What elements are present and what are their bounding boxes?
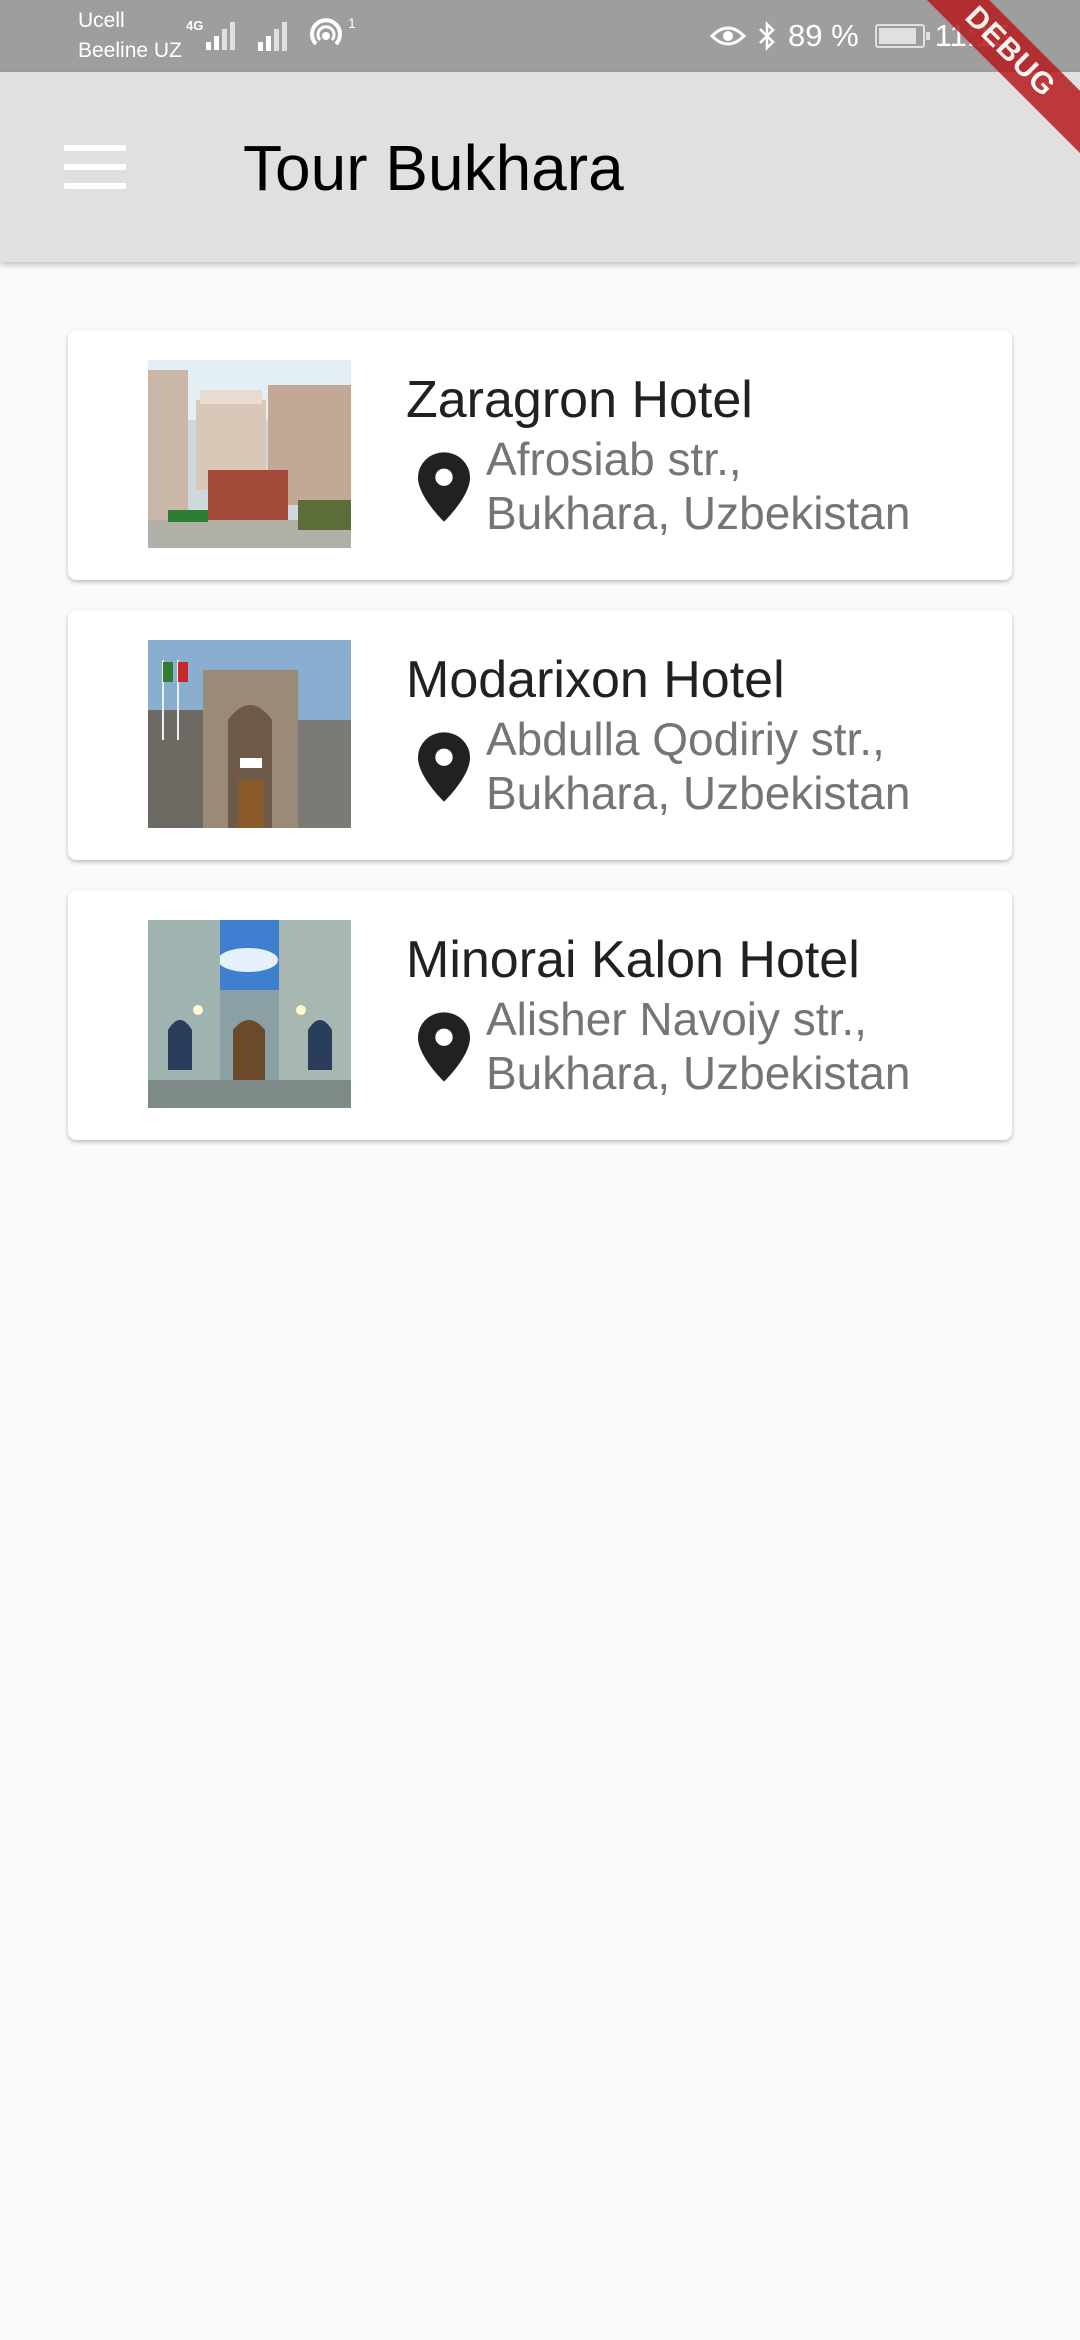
app-bar: Tour Bukhara xyxy=(0,72,1080,262)
hotel-list: Zaragron Hotel Afrosiab str., Bukhara, U… xyxy=(68,330,1012,1170)
location-pin-icon xyxy=(418,1012,470,1082)
hotel-address: Alisher Navoiy str., Bukhara, Uzbekistan xyxy=(486,992,910,1100)
hotel-address-line: Abdulla Qodiriy str., xyxy=(486,713,885,765)
battery-percent: 89 % xyxy=(788,18,859,53)
hotel-image xyxy=(148,920,351,1108)
hotel-address-line: Bukhara, Uzbekistan xyxy=(486,487,911,539)
signal-icon xyxy=(258,22,287,51)
hotel-card[interactable]: Minorai Kalon Hotel Alisher Navoiy str.,… xyxy=(68,890,1012,1140)
hotel-address-line: Afrosiab str., xyxy=(486,433,742,485)
signal-icons: 4G 1 xyxy=(186,16,364,52)
hotel-address: Abdulla Qodiriy str., Bukhara, Uzbekista… xyxy=(486,712,910,820)
hotel-image xyxy=(148,360,351,548)
hotel-name: Modarixon Hotel xyxy=(406,651,785,709)
hotel-address-line: Alisher Navoiy str., xyxy=(486,993,867,1045)
hotel-card[interactable]: Zaragron Hotel Afrosiab str., Bukhara, U… xyxy=(68,330,1012,580)
hotel-name: Zaragron Hotel xyxy=(406,371,753,429)
hotel-name: Minorai Kalon Hotel xyxy=(406,931,860,989)
carrier-2-label: Beeline UZ xyxy=(78,39,182,62)
eye-icon xyxy=(710,26,747,46)
status-bar: Ucell Beeline UZ 4G 1 89 % xyxy=(0,0,1080,72)
carrier-1-label: Ucell xyxy=(78,9,125,32)
page-title: Tour Bukhara xyxy=(243,132,624,204)
network-type-label: 4G xyxy=(186,18,203,33)
menu-icon xyxy=(64,145,126,189)
battery-icon xyxy=(874,24,930,48)
battery-fill xyxy=(878,28,916,44)
hotel-address: Afrosiab str., Bukhara, Uzbekistan xyxy=(486,432,910,540)
hotel-card[interactable]: Modarixon Hotel Abdulla Qodiriy str., Bu… xyxy=(68,610,1012,860)
location-pin-icon xyxy=(418,452,470,522)
hotel-address-line: Bukhara, Uzbekistan xyxy=(486,1047,911,1099)
hotspot-icon: 1 xyxy=(310,16,356,46)
hotel-image xyxy=(148,640,351,828)
carrier-info: Ucell Beeline UZ xyxy=(78,6,182,66)
menu-button[interactable] xyxy=(40,122,150,212)
bluetooth-icon xyxy=(759,20,775,52)
hotspot-count-label: 1 xyxy=(348,16,356,31)
signal-4g-icon: 4G xyxy=(186,18,235,50)
location-pin-icon xyxy=(418,732,470,802)
hotel-address-line: Bukhara, Uzbekistan xyxy=(486,767,911,819)
